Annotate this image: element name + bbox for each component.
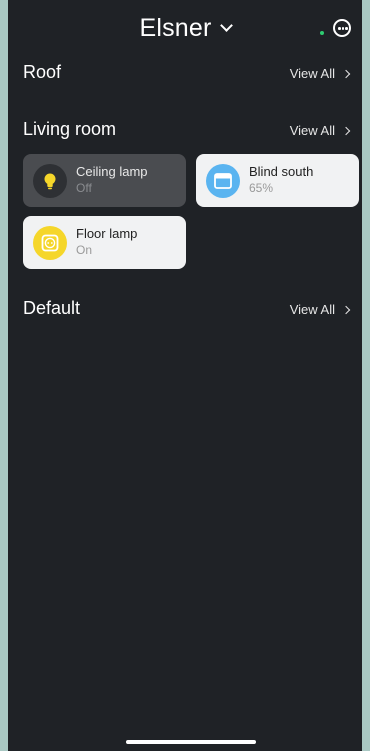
section-title: Living room bbox=[23, 119, 117, 139]
view-all-link[interactable]: View All bbox=[289, 66, 351, 81]
view-all-link[interactable]: View All bbox=[289, 123, 351, 138]
chevron-down-icon bbox=[219, 19, 233, 32]
blind-icon bbox=[206, 164, 240, 198]
more-options-icon[interactable] bbox=[333, 19, 351, 37]
home-indicator[interactable] bbox=[126, 740, 256, 744]
device-tile-ceiling-lamp[interactable]: Ceiling lamp Off bbox=[23, 154, 186, 207]
device-tile-floor-lamp[interactable]: Floor lamp On bbox=[23, 216, 186, 269]
device-name: Ceiling lamp bbox=[76, 164, 148, 179]
socket-icon bbox=[33, 226, 67, 260]
device-state: 65% bbox=[249, 181, 274, 195]
device-state: On bbox=[76, 243, 93, 257]
home-title: Elsner bbox=[139, 14, 212, 42]
device-name: Blind south bbox=[249, 164, 314, 179]
view-all-label: View All bbox=[289, 302, 335, 317]
device-tile-blind-south[interactable]: Blind south 65% bbox=[196, 154, 359, 207]
chevron-right-icon bbox=[341, 126, 351, 136]
header: Elsner bbox=[8, 10, 362, 50]
view-all-label: View All bbox=[289, 123, 335, 138]
section-title: Default bbox=[23, 298, 81, 318]
view-all-link[interactable]: View All bbox=[289, 302, 351, 317]
app-screen: Elsner Roof View All Living room View Al… bbox=[8, 0, 362, 751]
chevron-right-icon bbox=[341, 305, 351, 315]
connection-status-dot bbox=[320, 31, 324, 35]
view-all-label: View All bbox=[289, 66, 335, 81]
device-state: Off bbox=[76, 181, 92, 195]
bulb-icon bbox=[33, 164, 67, 198]
section-title: Roof bbox=[23, 62, 62, 82]
section-roof: Roof View All bbox=[23, 62, 351, 86]
chevron-right-icon bbox=[341, 69, 351, 79]
device-name: Floor lamp bbox=[76, 226, 138, 241]
section-default: Default View All bbox=[23, 298, 351, 322]
home-selector[interactable]: Elsner bbox=[8, 14, 362, 43]
section-living-room: Living room View All bbox=[23, 119, 351, 143]
